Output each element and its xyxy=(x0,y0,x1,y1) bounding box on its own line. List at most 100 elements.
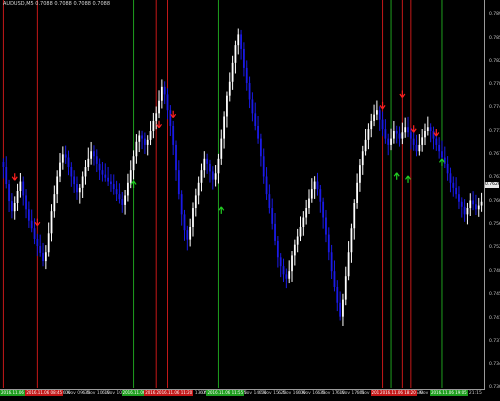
candle-body xyxy=(373,114,375,121)
candle-body xyxy=(124,195,126,205)
buy-arrow-icon xyxy=(393,172,400,180)
candle-body xyxy=(353,202,356,229)
candle-body xyxy=(2,161,5,168)
candle-body xyxy=(446,163,449,174)
candle-body xyxy=(59,162,61,177)
candle-body xyxy=(183,214,186,231)
price-axis-label: 0.7378 xyxy=(489,338,500,344)
chart-header: AUDUSD,M5 0.7088 0.7088 0.7088 0.7088 xyxy=(3,1,111,7)
candle-body xyxy=(429,127,432,132)
candle-body xyxy=(384,129,387,139)
candle-body xyxy=(78,187,81,193)
candle-body xyxy=(25,195,27,210)
candle-body xyxy=(30,220,33,229)
chart-window[interactable]: AUDUSD,M5 0.7088 0.7088 0.7088 0.7088 0.… xyxy=(0,0,500,400)
candle-body xyxy=(443,157,446,164)
candle-body xyxy=(53,194,56,212)
candle-body xyxy=(426,127,429,132)
candle-body xyxy=(401,132,404,139)
candle-body xyxy=(141,135,143,139)
candle-body xyxy=(342,299,344,317)
candle-body xyxy=(339,302,342,317)
sell-arrow-icon xyxy=(379,101,386,110)
candle-body xyxy=(375,110,378,115)
candle-body xyxy=(271,208,274,224)
candle-body xyxy=(39,245,42,253)
candle-body xyxy=(237,34,240,46)
price-axis-label: 0.7674 xyxy=(489,152,500,157)
candle-body xyxy=(319,189,322,202)
price-axis-label: 0.7305 xyxy=(489,385,500,390)
candle-body xyxy=(121,199,124,205)
candle-body xyxy=(356,182,358,203)
candle-body xyxy=(472,200,474,205)
price-axis-label: 0.7858 xyxy=(489,35,500,41)
candle-body xyxy=(209,163,211,172)
candle-body xyxy=(36,238,39,246)
candle-body xyxy=(458,194,460,202)
candle-body xyxy=(64,154,67,158)
price-axis-label: 0.7748 xyxy=(489,105,500,111)
candle-body xyxy=(11,201,13,212)
buy-arrow-icon xyxy=(438,158,445,166)
candle-body xyxy=(424,131,426,138)
candle-body xyxy=(378,110,381,120)
candle-body xyxy=(251,99,254,114)
candle-body xyxy=(115,189,118,195)
candle-body xyxy=(361,151,364,166)
price-axis-label: 0.7711 xyxy=(489,128,500,134)
time-signal-badge: 2016.11.06 18:20 xyxy=(379,390,417,396)
candle-body xyxy=(169,110,172,126)
candle-body xyxy=(477,205,480,210)
sell-arrow-icon xyxy=(11,173,18,181)
candle-body xyxy=(33,228,36,239)
candle-body xyxy=(61,154,64,163)
candle-body xyxy=(231,62,234,82)
price-chart[interactable] xyxy=(0,0,500,400)
candle-body xyxy=(217,158,220,174)
candle-body xyxy=(313,181,316,190)
candle-body xyxy=(44,252,47,262)
candle-body xyxy=(163,86,166,95)
price-axis-label: 0.7489 xyxy=(489,268,500,274)
candle-body xyxy=(257,125,259,139)
candle-body xyxy=(327,234,330,253)
time-signal-badge: 2016.11.06 08:45 xyxy=(25,390,64,396)
candle-body xyxy=(149,131,152,140)
candle-body xyxy=(143,138,146,145)
candle-body xyxy=(248,83,251,100)
candle-body xyxy=(308,198,310,209)
price-axis-label: 0.7563 xyxy=(489,222,500,228)
candle-body xyxy=(95,156,98,164)
candle-body xyxy=(73,176,76,185)
candle-body xyxy=(223,116,226,139)
candle-body xyxy=(415,144,418,152)
candle-body xyxy=(449,173,452,183)
candle-body xyxy=(469,200,472,209)
price-axis-label: 0.7341 xyxy=(489,362,500,368)
price-axis-label: 0.7452 xyxy=(489,292,500,298)
candle-body xyxy=(5,167,8,185)
candle-body xyxy=(56,176,59,195)
candle-body xyxy=(194,195,197,209)
candle-body xyxy=(90,151,93,159)
candle-body xyxy=(387,138,390,145)
candle-body xyxy=(13,202,16,212)
candle-body xyxy=(367,129,370,140)
candle-body xyxy=(200,170,203,183)
candle-body xyxy=(220,138,223,159)
candle-body xyxy=(98,163,101,171)
candle-body xyxy=(296,236,299,245)
candle-body xyxy=(310,189,313,199)
candle-body xyxy=(240,34,242,49)
time-signal-badge: 2016.11.06 11:55 xyxy=(206,390,245,396)
candle-body xyxy=(282,266,285,275)
candle-body xyxy=(305,208,308,218)
candle-body xyxy=(302,217,305,227)
buy-arrow-icon xyxy=(130,180,137,188)
candle-body xyxy=(50,211,53,234)
price-axis-label: 0.7785 xyxy=(489,81,500,87)
candle-body xyxy=(152,120,155,132)
candle-body xyxy=(325,217,327,235)
candle-body xyxy=(407,127,409,133)
